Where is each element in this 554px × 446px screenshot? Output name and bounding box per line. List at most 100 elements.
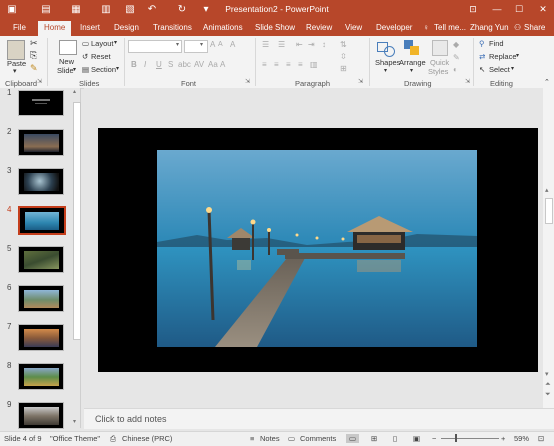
align-left-icon[interactable]: ≡ [262,60,267,69]
normal-view-icon[interactable]: ▭ [346,434,360,443]
previous-slide-icon[interactable]: ⏶ [545,381,551,389]
arrange-dropdown-icon[interactable]: ▾ [410,67,413,74]
zoom-in-icon[interactable]: + [501,434,505,443]
layout-dropdown-icon[interactable]: ▾ [114,39,117,46]
paste-button[interactable]: Paste [7,59,26,68]
strikethrough-icon[interactable]: abc [178,60,191,69]
shapes-dropdown-icon[interactable]: ▾ [384,67,387,74]
quick-styles-icon[interactable] [432,40,448,56]
decrease-font-size-icon[interactable]: A [218,41,223,48]
scroll-up-icon[interactable]: ▴ [545,186,549,194]
reset-icon[interactable]: ↺ [82,52,88,61]
tell-me-box[interactable]: Tell me... [434,23,466,32]
maximize-icon[interactable]: ☐ [512,2,526,16]
center-icon[interactable]: ≡ [274,60,279,69]
section-button[interactable]: Section [91,65,116,74]
line-spacing-icon[interactable]: ↕ [322,40,326,49]
replace-icon[interactable]: ⇄ [479,52,485,61]
font-color-icon[interactable]: A [220,60,225,69]
select-dropdown-icon[interactable]: ▾ [511,65,514,72]
thumbnail-scrollbar[interactable]: ▴ ▾ [72,88,81,428]
quick-styles-button-line2[interactable]: Styles [428,67,448,76]
notes-icon[interactable]: ≡ [250,434,254,443]
tab-transitions[interactable]: Transitions [153,23,192,32]
arrange-button[interactable]: Arrange [399,58,426,67]
paste-dropdown-icon[interactable]: ▾ [13,67,17,75]
numbering-icon[interactable]: ☰ [278,40,285,49]
new-slide-icon[interactable] [59,40,77,55]
slide-thumbnail-4[interactable] [18,206,66,235]
zoom-slider-thumb[interactable] [455,434,457,442]
scroll-down-icon[interactable]: ▾ [545,370,549,378]
proofing-icon[interactable]: ⎙ [110,434,116,444]
shape-effects-icon[interactable]: ◐ [453,65,458,74]
font-name-combobox[interactable] [128,40,182,53]
reset-button[interactable]: Reset [91,52,111,61]
paste-icon[interactable] [7,40,25,60]
tab-view[interactable]: View [345,23,362,32]
language[interactable]: Chinese (PRC) [122,434,172,443]
thumbnail-scroll-thumb[interactable] [73,102,81,340]
user-name[interactable]: Zhang Yun [470,23,509,32]
decrease-indent-icon[interactable]: ⇤ [296,40,303,49]
slide-thumbnail-6[interactable] [18,285,64,312]
new-slide-button-line2[interactable]: Slide [57,66,74,75]
next-slide-icon[interactable]: ⏷ [545,391,551,399]
select-icon[interactable]: ↖ [479,65,485,74]
new-slide-button[interactable]: New [59,57,74,66]
tab-file[interactable]: File [13,23,26,32]
bullets-icon[interactable]: ☰ [262,40,269,49]
slide-thumbnail-8[interactable] [18,363,64,390]
notes-button[interactable]: Notes [260,434,280,443]
font-size-dropdown-icon[interactable]: ▾ [200,41,203,48]
clipboard-launcher-icon[interactable]: ⇲ [37,78,42,85]
layout-icon[interactable]: ▭ [82,39,89,48]
tab-animations[interactable]: Animations [203,23,243,32]
shapes-icon[interactable] [377,40,395,57]
section-dropdown-icon[interactable]: ▾ [116,65,119,72]
replace-button[interactable]: Replace [489,52,517,61]
cut-icon[interactable]: ✂ [30,38,38,49]
tab-developer[interactable]: Developer [376,23,412,32]
fit-slide-icon[interactable]: ⊡ [538,434,544,443]
tab-review[interactable]: Review [306,23,332,32]
quick-styles-button[interactable]: Quick [430,58,449,67]
tab-home[interactable]: Home [38,21,72,36]
close-icon[interactable]: ✕ [536,2,550,16]
tab-design[interactable]: Design [114,23,139,32]
align-right-icon[interactable]: ≡ [286,60,291,69]
font-name-dropdown-icon[interactable]: ▾ [176,41,179,48]
reading-view-icon[interactable]: ▯ [393,434,397,443]
paragraph-launcher-icon[interactable]: ⇲ [358,78,363,85]
tab-slide-show[interactable]: Slide Show [255,23,295,32]
justify-icon[interactable]: ≡ [298,60,303,69]
columns-icon[interactable]: ▥ [310,60,318,69]
find-button[interactable]: Find [489,39,504,48]
align-text-icon[interactable]: ⇳ [340,52,347,61]
shape-outline-icon[interactable]: ✎ [453,53,460,62]
slide-thumbnail-2[interactable] [18,129,64,156]
text-shadow-icon[interactable]: S [168,60,173,69]
slide-thumbnail-3[interactable] [18,168,64,195]
share-icon[interactable]: ⚇ [514,23,521,32]
share-button[interactable]: Share [524,23,545,32]
zoom-slider[interactable] [441,438,499,439]
copy-icon[interactable]: ⎘ [30,50,37,61]
layout-button[interactable]: Layout [91,39,114,48]
slide-photo[interactable] [157,150,477,347]
increase-font-size-icon[interactable]: A [210,40,215,49]
scroll-down-icon[interactable]: ▾ [73,418,76,425]
comments-button[interactable]: Comments [300,434,336,443]
zoom-out-icon[interactable]: − [432,434,436,443]
slide-count[interactable]: Slide 4 of 9 [4,434,42,443]
slide-thumbnail-7[interactable] [18,324,64,351]
increase-indent-icon[interactable]: ⇥ [308,40,315,49]
slide-canvas[interactable] [98,128,538,372]
shape-fill-icon[interactable]: ◆ [453,40,459,49]
slideshow-icon[interactable]: ▣ [413,434,420,443]
bold-icon[interactable]: B [131,60,137,69]
slide-thumbnail-9[interactable] [18,402,64,429]
arrange-icon[interactable] [404,40,420,56]
notes-placeholder[interactable]: Click to add notes [95,414,167,424]
tab-insert[interactable]: Insert [80,23,100,32]
